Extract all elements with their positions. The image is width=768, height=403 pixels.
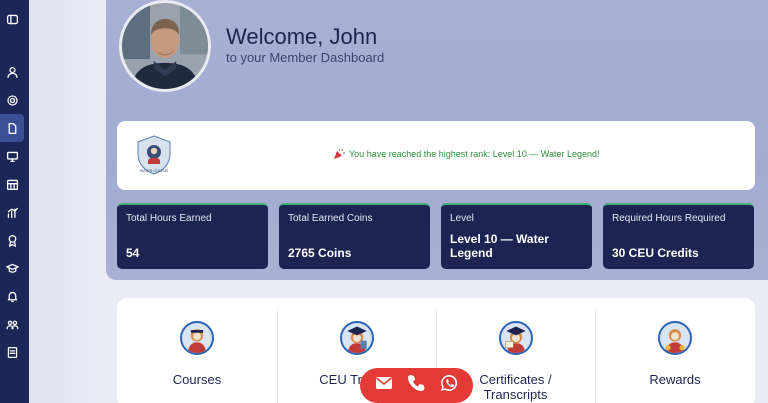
sidebar-item-monitor[interactable] (0, 142, 24, 170)
calendar-icon (6, 179, 18, 190)
chart-icon (7, 207, 18, 218)
avatar (119, 0, 211, 92)
email-button[interactable] (374, 373, 394, 398)
stat-label: Total Earned Coins (288, 213, 373, 224)
phone-button[interactable] (406, 373, 426, 398)
sidebar-item-education[interactable] (0, 254, 24, 282)
sidebar-item-analytics[interactable] (0, 198, 24, 226)
phone-icon (408, 375, 425, 391)
stat-value: Level 10 — Water Legend (450, 232, 549, 260)
stat-level: Level Level 10 — Water Legend (441, 203, 592, 269)
sidebar (0, 0, 29, 403)
menu-tile-courses[interactable]: Courses (117, 310, 277, 403)
sidebar-item-calendar[interactable] (0, 170, 24, 198)
profile-photo (122, 3, 208, 89)
sidebar-item-settings[interactable] (0, 86, 24, 114)
sidebar-item-profile[interactable] (0, 58, 24, 86)
graduation-cap-icon (5, 263, 19, 273)
whatsapp-icon (440, 374, 457, 391)
stat-value: 54 (126, 246, 140, 260)
sidebar-toggle-button[interactable] (0, 5, 24, 33)
stat-total-coins: Total Earned Coins 2765 Coins (279, 203, 430, 269)
stat-label: Total Hours Earned (126, 213, 212, 224)
stat-value: 30 CEU Credits (612, 246, 699, 260)
collapse-icon (6, 14, 18, 24)
sidebar-item-awards[interactable] (0, 226, 24, 254)
sidebar-item-documents[interactable] (0, 114, 24, 142)
rank-badge-text: WATER LEGEND (140, 169, 169, 173)
sidebar-item-community[interactable] (0, 310, 24, 338)
mascot-rewards-icon (658, 321, 692, 355)
bell-icon (7, 291, 17, 302)
stat-label: Required Hours Required (612, 213, 726, 224)
stat-total-hours: Total Hours Earned 54 (117, 203, 268, 269)
monitor-icon (6, 151, 18, 162)
welcome-subtitle: to your Member Dashboard (226, 50, 385, 65)
stat-label: Level (450, 213, 474, 224)
menu-label-courses: Courses (172, 372, 222, 387)
report-icon (7, 346, 17, 358)
menu-label-certificates: Certificates / Transcripts (479, 372, 552, 402)
menu-tile-rewards[interactable]: Rewards (595, 310, 755, 403)
menu-label-rewards: Rewards (649, 372, 701, 387)
email-icon (376, 377, 393, 389)
mascot-certificates-icon (498, 321, 533, 355)
party-popper-icon (334, 148, 345, 159)
award-icon (8, 234, 16, 247)
stat-required-hours: Required Hours Required 30 CEU Credits (603, 203, 754, 269)
welcome-title: Welcome, John (226, 24, 378, 49)
document-icon (8, 122, 16, 134)
whatsapp-button[interactable] (439, 373, 459, 398)
background-strip (29, 0, 106, 403)
water-legend-badge-icon: WATER LEGEND (137, 135, 171, 175)
user-icon (6, 66, 18, 78)
sidebar-item-reports[interactable] (0, 338, 24, 366)
stat-value: 2765 Coins (288, 246, 352, 260)
sidebar-item-notifications[interactable] (0, 282, 24, 310)
group-icon (6, 320, 18, 329)
rank-message-text: You have reached the highest rank: Level… (349, 149, 600, 159)
contact-bar (360, 368, 473, 403)
rank-banner: WATER LEGEND You have reached the highes… (117, 121, 755, 190)
rank-message: You have reached the highest rank: Level… (333, 148, 600, 160)
gear-icon (6, 94, 18, 106)
mascot-graduate-icon (339, 321, 374, 355)
mascot-courses-icon (180, 321, 214, 355)
